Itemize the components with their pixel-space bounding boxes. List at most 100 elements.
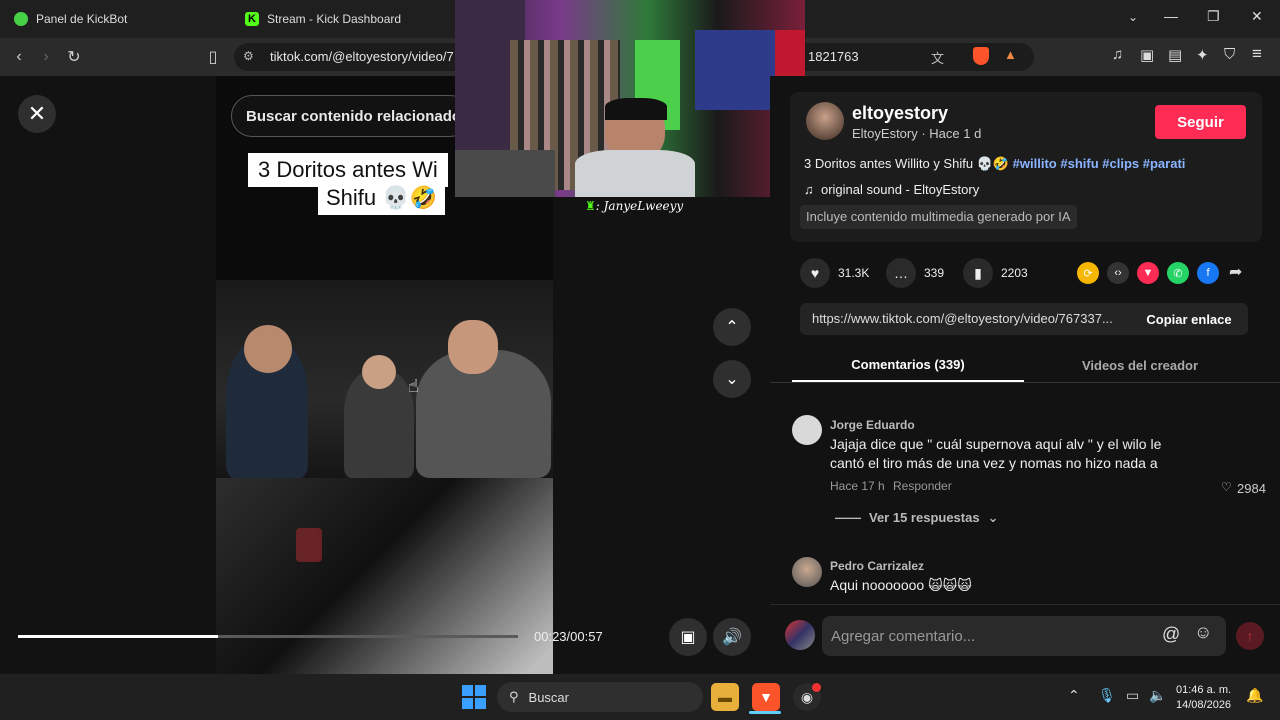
copy-link-button[interactable]: Copiar enlace — [1130, 303, 1248, 335]
embed-code-icon[interactable]: ‹› — [1107, 262, 1129, 284]
tab-creator-videos[interactable]: Videos del creador — [1030, 348, 1250, 382]
post-description: 3 Doritos antes Willito y Shifu 💀🤣 #will… — [804, 156, 1185, 172]
video-frame-scene — [216, 280, 553, 478]
url-text-tail: 1821763 — [808, 49, 859, 64]
taskbar-clock[interactable]: 01:46 a. m. 14/08/2026 — [1176, 683, 1231, 713]
person-head — [362, 355, 396, 389]
tab-comments[interactable]: Comentarios (339) — [792, 348, 1024, 382]
description-text: 3 Doritos antes Willito y Shifu 💀🤣 — [804, 156, 1013, 171]
comment-bubble-icon: … — [886, 258, 916, 288]
tab-title: Panel de KickBot — [36, 12, 128, 26]
ai-content-badge: Incluye contenido multimedia generado po… — [800, 205, 1077, 229]
search-icon: ⚲ — [509, 689, 519, 704]
brave-rewards-icon[interactable]: ▲ — [1004, 47, 1017, 62]
brave-browser-icon[interactable]: ▼ — [752, 683, 780, 711]
media-icon[interactable]: ♫ — [1112, 46, 1123, 63]
save-stat[interactable]: ▮ 2203 — [963, 258, 1028, 288]
notification-dot — [812, 683, 821, 692]
minimize-button[interactable]: — — [1164, 8, 1178, 24]
reply-button[interactable]: Responder — [893, 479, 952, 493]
menu-icon[interactable]: ≡ — [1252, 44, 1262, 64]
tab-kickbot[interactable]: Panel de KickBot — [14, 0, 127, 38]
hashtag-link[interactable]: #shifu — [1060, 156, 1098, 171]
person-head — [244, 325, 292, 373]
send-to-friends-icon[interactable]: ▼ — [1137, 262, 1159, 284]
music-link[interactable]: ♫ original sound - EltoyEstory — [804, 182, 979, 197]
sidebar-icon[interactable]: ▣ — [1140, 46, 1154, 64]
forward-icon[interactable]: › — [33, 44, 59, 70]
taskbar-search[interactable]: ⚲ Buscar — [497, 682, 703, 712]
wallet-icon[interactable]: ▤ — [1168, 46, 1182, 64]
repost-icon[interactable]: ⟳ — [1077, 262, 1099, 284]
network-icon[interactable]: ▭ — [1126, 687, 1139, 704]
share-link-text[interactable]: https://www.tiktok.com/@eltoyestory/vide… — [812, 311, 1113, 326]
bookmark-icon: ▮ — [963, 258, 993, 288]
video-caption-line2: Shifu 💀🤣 — [318, 183, 446, 215]
video-caption-line1: 3 Doritos antes Wi — [248, 153, 448, 187]
follow-button[interactable]: Seguir — [1155, 105, 1246, 139]
like-stat[interactable]: ♥ 31.3K — [800, 258, 869, 288]
translate-icon[interactable]: 文 — [931, 48, 944, 67]
tab-list-chevron-icon[interactable]: ⌄ — [1128, 10, 1138, 24]
video-progress-fill — [18, 635, 218, 638]
comment-stat[interactable]: … 339 — [886, 258, 944, 288]
comment-author[interactable]: Pedro Carrizalez — [830, 559, 924, 573]
desk-equipment — [455, 150, 555, 197]
webcam-label: ♜: JanyeLweeyy — [585, 199, 684, 213]
author-username[interactable]: eltoyestory — [852, 103, 948, 124]
hashtag-link[interactable]: #parati — [1143, 156, 1186, 171]
author-avatar[interactable] — [806, 102, 844, 140]
hashtag-link[interactable]: #clips — [1102, 156, 1139, 171]
windows-start-icon[interactable] — [462, 685, 486, 709]
close-window-button[interactable]: ✕ — [1251, 8, 1263, 25]
whatsapp-icon[interactable]: ✆ — [1167, 262, 1189, 284]
microphone-icon[interactable]: 🎙 — [1098, 687, 1116, 704]
streamer-shirt — [575, 150, 695, 197]
tab-kick-dashboard[interactable]: K Stream - Kick Dashboard — [245, 0, 401, 38]
file-explorer-icon[interactable]: ▬ — [711, 683, 739, 711]
back-icon[interactable]: ‹ — [6, 44, 32, 70]
close-video-button[interactable]: ✕ — [18, 95, 56, 133]
maximize-button[interactable]: ❐ — [1207, 8, 1220, 25]
brave-shields-icon[interactable] — [973, 47, 989, 65]
send-comment-button[interactable]: ↑ — [1236, 622, 1264, 650]
author-subline: EltoyEstory · Hace 1 d — [852, 126, 982, 141]
view-replies-button[interactable]: —— Ver 15 respuestas ⌄ — [835, 510, 998, 526]
previous-video-button[interactable]: ⌃ — [713, 308, 751, 346]
show-hidden-icons-chevron-icon[interactable]: ⌃ — [1068, 687, 1080, 704]
kick-chat-icon: ♜ — [585, 199, 596, 213]
kickbot-icon — [14, 12, 28, 26]
heart-icon: ♥ — [800, 258, 830, 288]
chevron-down-icon: ⌄ — [987, 510, 999, 525]
commenter-avatar[interactable] — [792, 557, 822, 587]
vpn-shield-icon[interactable]: ⛉ — [1224, 46, 1235, 63]
floating-player-icon[interactable]: ▣ — [669, 618, 707, 656]
related-search-button[interactable]: Buscar contenido relacionado — [231, 95, 471, 137]
kick-logo-icon: K — [245, 12, 259, 26]
leo-ai-icon[interactable]: ✦ — [1196, 46, 1209, 64]
video-time: 00:23/00:57 — [534, 629, 603, 644]
notifications-bell-icon[interactable]: 🔔 — [1246, 687, 1263, 704]
comment-author[interactable]: Jorge Eduardo — [830, 418, 915, 432]
emoji-icon[interactable]: ☺ — [1194, 622, 1212, 643]
webcam-overlay — [455, 0, 805, 197]
my-avatar — [785, 620, 815, 650]
divider-line: —— — [835, 510, 861, 525]
comment-like-icon[interactable]: ♡ — [1221, 480, 1232, 494]
speaker-icon[interactable]: 🔈 — [1149, 687, 1166, 704]
mouse-cursor-icon: ☝ — [408, 376, 419, 396]
site-settings-icon[interactable]: ⚙ — [243, 49, 254, 63]
next-video-button[interactable]: ⌄ — [713, 360, 751, 398]
comment-like-count: 2984 — [1237, 481, 1266, 496]
person-head — [448, 320, 498, 374]
facebook-icon[interactable]: f — [1197, 262, 1219, 284]
hashtag-link[interactable]: #willito — [1013, 156, 1057, 171]
share-arrow-icon[interactable]: ➦ — [1229, 262, 1242, 282]
volume-icon[interactable]: 🔊 — [713, 618, 751, 656]
reload-icon[interactable]: ↻ — [61, 44, 87, 70]
comment-text-line1: Jajaja dice que " cuál supernova aquí al… — [830, 436, 1162, 452]
mention-icon[interactable]: @ — [1162, 624, 1180, 645]
comment-text-line1: Aqui nooooooo 🙀🙀🙀 — [830, 577, 972, 593]
commenter-avatar[interactable] — [792, 415, 822, 445]
bookmark-icon[interactable]: ▯ — [200, 44, 226, 70]
